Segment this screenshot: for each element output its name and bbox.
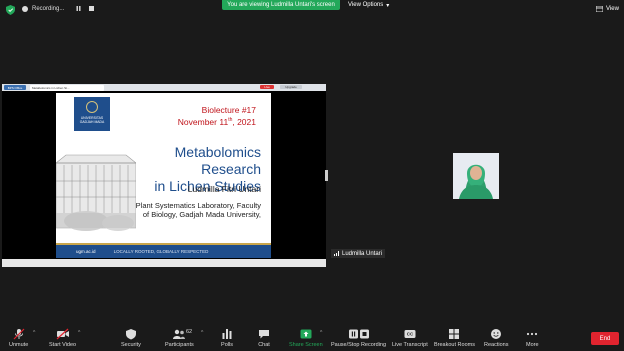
share-screen-icon [300,329,312,339]
university-seal-icon [86,101,98,113]
participants-options-chevron-icon[interactable]: ^ [201,330,203,336]
polls-label: Polls [221,342,233,348]
shared-screen: BPS Office Metabolomics in Lichen St... … [2,84,326,267]
pause-icon [76,6,81,11]
unmute-button[interactable]: Unmute [9,328,28,348]
lecture-date: November 11th, 2021 [177,116,256,127]
start-video-label: Start Video [49,342,77,348]
participant-video[interactable] [453,153,499,199]
svg-text:CC: CC [407,332,414,337]
closed-caption-icon: CC [404,330,416,338]
affiliation-line-1: Plant Systematics Laboratory, Faculty [135,201,261,210]
browser-red-tab[interactable]: Live [260,85,274,89]
title-line-1: Metabolomics Research [174,144,261,177]
recording-dot-icon [22,5,28,12]
slide-affiliation: Plant Systematics Laboratory, Faculty of… [118,201,261,219]
shield-security-icon [125,329,136,340]
view-button[interactable]: View [596,4,619,14]
browser-tab-active[interactable]: Metabolomics in Lichen St... [30,85,104,91]
participants-label: Participants [165,342,194,348]
recording-indicator: Recording... [22,2,96,15]
browser-upgrade-tab[interactable]: Upgrade [280,85,302,89]
muted-microphone-icon [13,328,25,340]
signal-bars-icon [334,251,339,256]
browser-tab-bps[interactable]: BPS Office [4,85,26,90]
polls-button[interactable]: Polls [221,328,233,348]
chat-label: Chat [258,342,270,348]
chat-icon [259,330,269,339]
viewing-banner: You are viewing Ludmilla Untari's screen [222,0,340,10]
share-screen-button[interactable]: Share Screen [289,328,323,348]
security-label: Security [121,342,141,348]
polls-icon [222,329,232,339]
university-logo: UNIVERSITAS GADJAH MADA [74,97,110,131]
share-screen-label: Share Screen [289,342,323,348]
lecture-number: Biolecture #17 [201,105,256,115]
breakout-rooms-label: Breakout Rooms [434,342,475,348]
lecture-info: Biolecture #17 November 11th, 2021 [156,105,256,127]
view-options-button[interactable]: View Options ▾ [348,0,389,10]
stop-recording-button[interactable] [87,4,96,13]
share-options-chevron-icon[interactable]: ^ [320,330,322,336]
footer-website: ugm.ac.id [76,249,96,254]
audio-options-chevron-icon[interactable]: ^ [33,330,35,336]
browser-status-bar [2,259,326,267]
security-button[interactable]: Security [121,328,141,348]
pause-stop-icon [348,329,369,339]
view-options-label: View Options [348,2,384,8]
footer-tagline: LOCALLY ROOTED, GLOBALLY RESPECTED [113,249,209,254]
shield-icon[interactable] [6,5,15,15]
live-transcript-button[interactable]: CC Live Transcript [392,328,428,348]
end-meeting-button[interactable]: End [591,332,619,345]
chat-button[interactable]: Chat [258,328,270,348]
participant-avatar [453,153,499,199]
unmute-label: Unmute [9,342,29,348]
breakout-rooms-button[interactable]: Breakout Rooms [434,328,475,348]
view-label: View [606,6,619,12]
breakout-rooms-icon [449,329,460,339]
more-button[interactable]: More [526,328,539,348]
reactions-label: Reactions [484,342,509,348]
participants-count: 62 [186,329,193,335]
logo-text: UNIVERSITAS GADJAH MADA [79,116,105,124]
smiley-icon [491,329,502,339]
pause-recording-button[interactable] [74,4,83,13]
more-label: More [526,342,539,348]
pause-stop-recording-button[interactable]: Pause/Stop Recording [331,328,386,348]
grid-view-icon [596,6,603,12]
chevron-down-icon: ▾ [386,2,390,9]
participants-icon [173,329,186,339]
pause-stop-recording-label: Pause/Stop Recording [331,342,387,348]
video-off-icon [56,328,69,340]
reactions-button[interactable]: Reactions [484,328,508,348]
start-video-button[interactable]: Start Video [49,328,76,348]
layout-handle[interactable] [325,170,328,181]
live-transcript-label: Live Transcript [392,342,428,348]
stop-icon [89,6,95,11]
recording-label: Recording... [32,5,65,12]
video-options-chevron-icon[interactable]: ^ [78,330,80,336]
more-dots-icon [527,332,538,336]
affiliation-line-2: of Biology, Gadjah Mada University, [142,210,261,219]
participant-name-tag: Ludmilla Untari [331,249,386,258]
participant-name: Ludmilla Untari [342,250,383,257]
slide-author: Ludmilla Fitri Untari [187,184,261,194]
presentation-slide: UNIVERSITAS GADJAH MADA Biolecture #17 N… [56,93,271,258]
